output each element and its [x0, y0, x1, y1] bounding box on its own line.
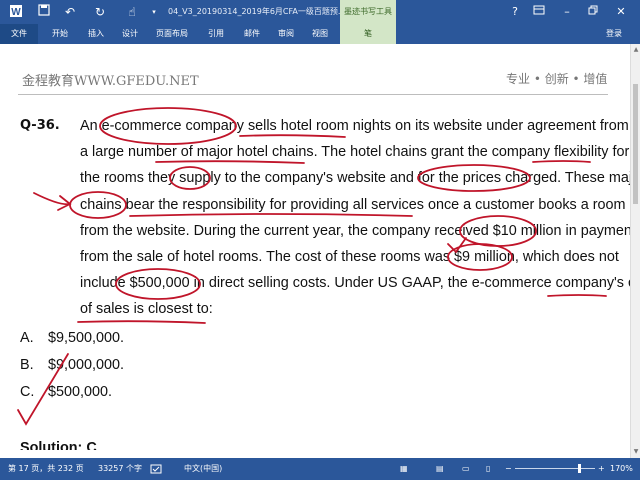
title-bar: W ↶ ↻ ☝ ▾ 04_V3_20190314_2019年6月CFA一级百题预…: [0, 0, 640, 24]
question-line: a large number of major hotel chains. Th…: [80, 144, 630, 160]
redo-icon[interactable]: ↻: [92, 4, 108, 20]
customize-toolbar-icon[interactable]: ▾: [146, 4, 162, 20]
save-icon[interactable]: [36, 4, 52, 20]
tab-references[interactable]: 引用: [204, 24, 228, 44]
ink-underline-cost: [547, 294, 607, 297]
option-letter-c: C.: [20, 384, 35, 400]
web-layout-icon[interactable]: ▯: [486, 458, 490, 480]
print-layout-icon[interactable]: ▭: [462, 458, 470, 480]
macro-icon[interactable]: ▦: [400, 458, 408, 480]
proofing-icon[interactable]: [150, 458, 162, 480]
zoom-slider-track[interactable]: [515, 468, 595, 469]
ink-arrow-chains: [33, 192, 72, 211]
close-icon[interactable]: ✕: [612, 4, 630, 20]
language[interactable]: 中文(中国): [184, 458, 222, 480]
scroll-down-icon[interactable]: ▼: [632, 448, 640, 456]
solution-label: Solution: C: [20, 440, 97, 450]
ink-tools-contextual-tab: 墨迹书写工具: [340, 0, 396, 24]
page-header-right: 专业 • 创新 • 增值: [506, 72, 608, 86]
question-number: Q-36.: [20, 118, 60, 133]
tab-mailings[interactable]: 邮件: [240, 24, 264, 44]
minimize-icon[interactable]: –: [558, 4, 576, 20]
question-line: from the website. During the current yea…: [80, 223, 640, 239]
zoom-out-icon[interactable]: −: [505, 458, 512, 480]
option-text-c: $500,000.: [48, 384, 113, 400]
question-line: An e-commerce company sells hotel room n…: [80, 118, 629, 134]
zoom-slider-thumb[interactable]: [578, 464, 581, 473]
scroll-up-icon[interactable]: ▲: [632, 46, 640, 54]
ink-underline-responsibility: [129, 213, 413, 217]
question-line: the rooms they supply to the company's w…: [80, 170, 640, 186]
tab-home[interactable]: 开始: [48, 24, 72, 44]
page-count[interactable]: 第 17 页，共 232 页: [8, 458, 84, 480]
ribbon-tab-bar: 文件 开始 插入 设计 页面布局 引用 邮件 审阅 视图 笔 登录: [0, 24, 640, 44]
help-icon[interactable]: ?: [506, 4, 524, 20]
status-bar: 第 17 页，共 232 页 33257 个字 中文(中国) ▦ ▤ ▭ ▯ −…: [0, 458, 640, 480]
read-mode-icon[interactable]: ▤: [436, 458, 444, 480]
tab-layout[interactable]: 页面布局: [152, 24, 192, 44]
document-title: 04_V3_20190314_2019年6月CFA一级百题预...: [168, 7, 346, 16]
zoom-level[interactable]: 170%: [610, 458, 633, 480]
touch-mode-icon[interactable]: ☝: [124, 4, 140, 20]
tab-insert[interactable]: 插入: [84, 24, 108, 44]
tab-design[interactable]: 设计: [118, 24, 142, 44]
question-line: include $500,000 in direct selling costs…: [80, 275, 640, 291]
scroll-thumb[interactable]: [633, 84, 638, 204]
tab-file[interactable]: 文件: [0, 24, 38, 44]
option-text-b: $9,000,000.: [48, 357, 125, 373]
option-letter-b: B.: [20, 357, 34, 373]
app-icon: W: [8, 4, 24, 20]
zoom-in-icon[interactable]: +: [598, 458, 605, 480]
sign-in-link[interactable]: 登录: [606, 24, 622, 44]
vertical-scrollbar[interactable]: ▲ ▼: [630, 44, 640, 458]
ribbon-display-icon[interactable]: [530, 4, 548, 20]
option-letter-a: A.: [20, 330, 34, 346]
document-page[interactable]: 金程教育WWW.GFEDU.NET 专业 • 创新 • 增值 Q-36. An …: [0, 44, 640, 458]
ink-underline-hotel-room-nights: [239, 134, 346, 138]
tab-view[interactable]: 视图: [308, 24, 332, 44]
question-line: chains bear the responsibility for provi…: [80, 197, 626, 213]
word-count[interactable]: 33257 个字: [98, 458, 142, 480]
restore-icon[interactable]: [584, 4, 602, 20]
page-header-left: 金程教育WWW.GFEDU.NET: [22, 74, 199, 89]
tab-review[interactable]: 审阅: [274, 24, 298, 44]
ink-underline-hotel-chains: [155, 160, 305, 164]
tab-pen[interactable]: 笔: [340, 24, 396, 44]
question-line: from the sale of hotel rooms. The cost o…: [80, 249, 619, 265]
option-text-a: $9,500,000.: [48, 330, 125, 346]
ink-underline-cost-of-sales: [77, 320, 206, 324]
question-line: of sales is closest to:: [80, 301, 213, 317]
header-divider: [18, 94, 608, 95]
svg-text:W: W: [11, 7, 21, 18]
ink-underline-flexibility: [532, 160, 591, 163]
undo-icon[interactable]: ↶: [62, 4, 78, 20]
